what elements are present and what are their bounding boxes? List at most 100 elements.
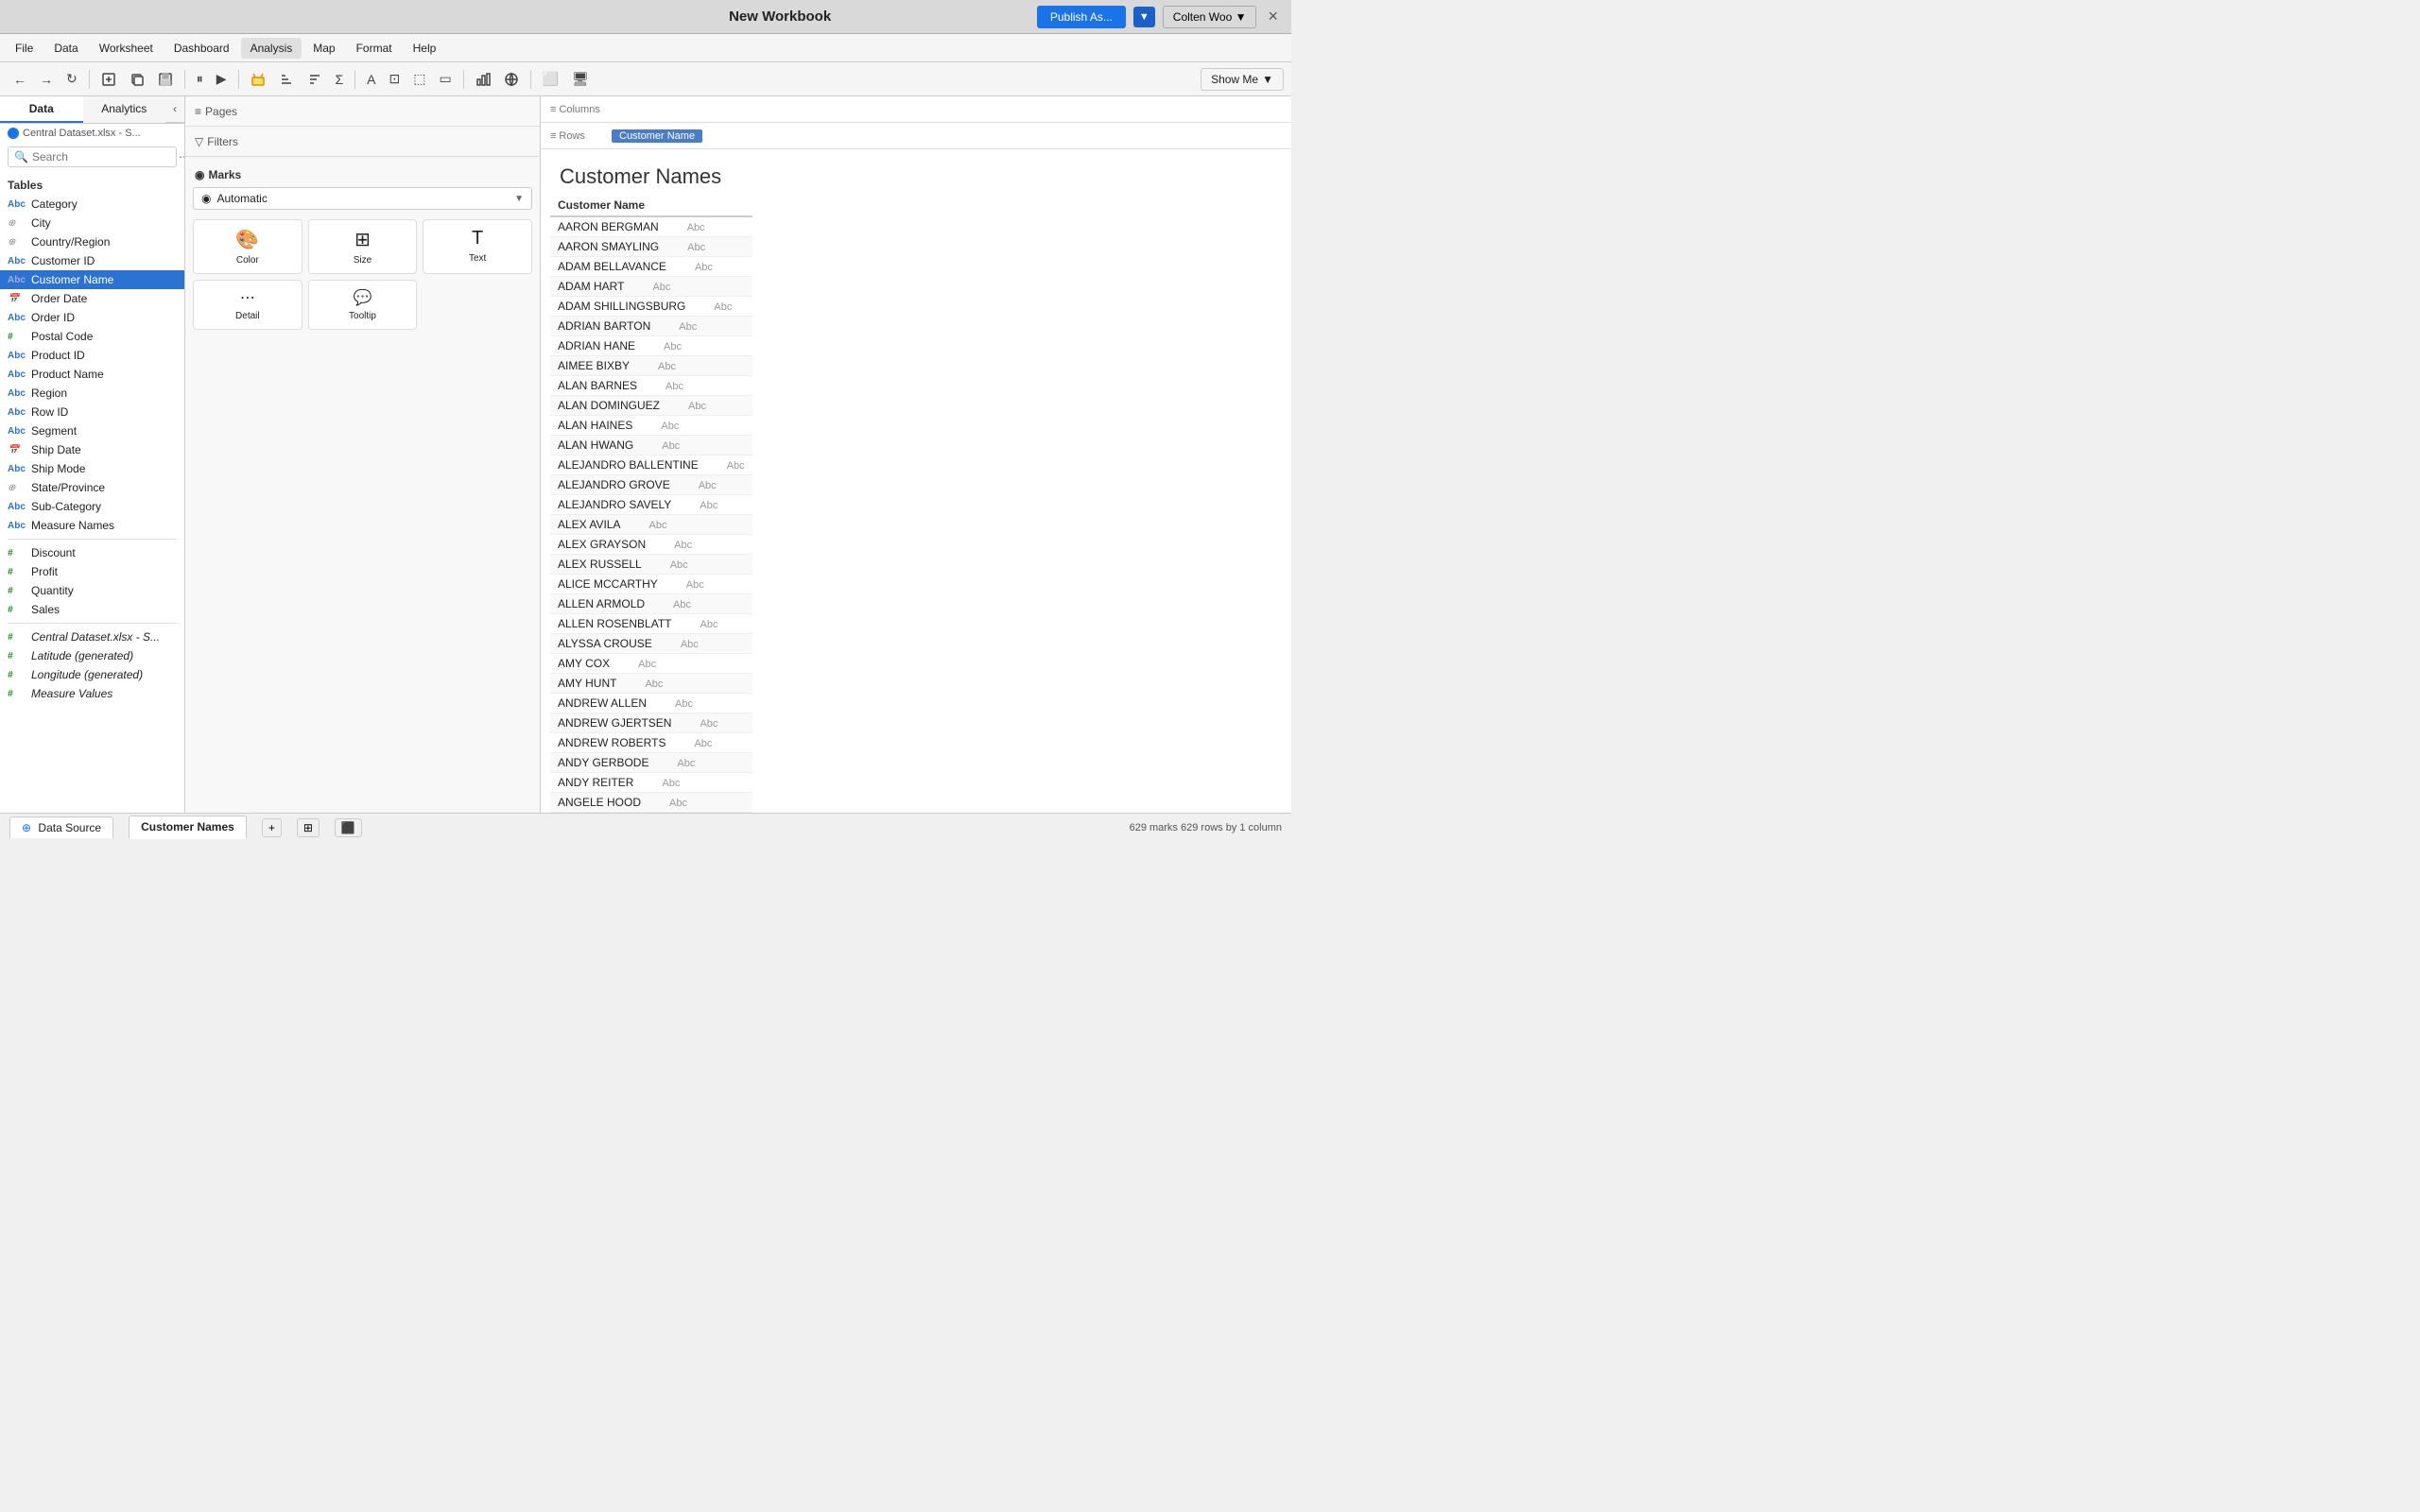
table-row: ANDREW ROBERTSAbc	[550, 733, 752, 753]
field-segment[interactable]: Abc Segment	[0, 421, 184, 440]
fit-button[interactable]: ⊡	[384, 68, 406, 90]
run-button[interactable]: ▶	[211, 68, 233, 90]
pause-button[interactable]: ⏸	[191, 68, 209, 90]
marks-detail-button[interactable]: ⋯ Detail	[193, 280, 302, 330]
table-row: ALICE MCCARTHYAbc	[550, 575, 752, 594]
field-name: Sub-Category	[31, 500, 101, 513]
duplicate-sheet-button[interactable]: ⊞	[297, 818, 320, 837]
sort-asc-button[interactable]	[273, 69, 300, 90]
save-button[interactable]	[152, 69, 179, 90]
field-product-id[interactable]: Abc Product ID	[0, 346, 184, 365]
customer-name-cell: ALEX AVILAAbc	[550, 515, 752, 535]
field-type-icon: ⊕	[8, 218, 26, 229]
present-mode-button[interactable]: ⬛	[335, 818, 362, 837]
field-ship-mode[interactable]: Abc Ship Mode	[0, 459, 184, 478]
menu-analysis[interactable]: Analysis	[241, 38, 302, 59]
table-row: ALEX GRAYSONAbc	[550, 535, 752, 555]
field-row-id[interactable]: Abc Row ID	[0, 403, 184, 421]
field-customer-id[interactable]: Abc Customer ID	[0, 251, 184, 270]
tab-analytics[interactable]: Analytics	[83, 96, 166, 123]
field-type-icon: Abc	[8, 199, 26, 210]
customer-name-cell: ADAM SHILLINGSBURGAbc	[550, 297, 752, 317]
table-row: ANDY REITERAbc	[550, 773, 752, 793]
panel-tabs: Data Analytics ‹	[0, 96, 184, 124]
menu-help[interactable]: Help	[404, 38, 446, 59]
sort-desc-button[interactable]	[302, 69, 328, 90]
chart-type-button[interactable]	[470, 69, 496, 90]
data-source-tab[interactable]: ⊕ Data Source	[9, 816, 113, 838]
publish-dropdown-button[interactable]: ▼	[1133, 7, 1155, 27]
table-row: ANDREW GJERTSENAbc	[550, 713, 752, 733]
marks-type-dropdown[interactable]: ◉ Automatic ▼	[193, 187, 532, 210]
field-order-date[interactable]: 📅 Order Date	[0, 289, 184, 308]
select-button[interactable]: ⬚	[407, 68, 431, 90]
label-button[interactable]: A	[361, 69, 381, 90]
highlight-button[interactable]	[245, 69, 271, 90]
menu-map[interactable]: Map	[303, 38, 344, 59]
rectangle-select[interactable]: ▭	[433, 68, 457, 90]
device-button[interactable]: 🖥	[566, 68, 595, 90]
marks-size-button[interactable]: ⊞ Size	[308, 219, 418, 274]
field-measure-values[interactable]: # Measure Values	[0, 684, 184, 703]
menu-data[interactable]: Data	[44, 38, 87, 59]
field-region[interactable]: Abc Region	[0, 384, 184, 403]
menu-worksheet[interactable]: Worksheet	[90, 38, 163, 59]
field-category[interactable]: Abc Category	[0, 195, 184, 214]
new-sheet-button[interactable]: +	[262, 818, 282, 837]
field-order-id[interactable]: Abc Order ID	[0, 308, 184, 327]
customer-name-cell: ALLEN ROSENBLATTAbc	[550, 614, 752, 634]
field-product-name[interactable]: Abc Product Name	[0, 365, 184, 384]
search-input[interactable]	[32, 150, 179, 163]
table-row: ADRIAN HANEAbc	[550, 336, 752, 356]
map-button[interactable]	[498, 69, 525, 90]
menu-format[interactable]: Format	[347, 38, 402, 59]
field-sales[interactable]: # Sales	[0, 600, 184, 619]
field-quantity[interactable]: # Quantity	[0, 581, 184, 600]
size-label: Size	[354, 255, 372, 266]
field-sub-category[interactable]: Abc Sub-Category	[0, 497, 184, 516]
field-longitude[interactable]: # Longitude (generated)	[0, 665, 184, 684]
publish-button[interactable]: Publish As...	[1037, 6, 1126, 28]
forward-button[interactable]: →	[34, 69, 59, 90]
field-state[interactable]: ⊕ State/Province	[0, 478, 184, 497]
sheet-tab[interactable]: Customer Names	[129, 816, 247, 839]
search-filter-button[interactable]: ⋯	[179, 150, 185, 163]
marks-tooltip-button[interactable]: 💬 Tooltip	[308, 280, 418, 330]
marks-dropdown-arrow: ▼	[514, 194, 524, 204]
aggregate-button[interactable]: Σ	[330, 69, 350, 90]
field-profit[interactable]: # Profit	[0, 562, 184, 581]
rows-pill[interactable]: Customer Name	[612, 129, 702, 143]
panel-collapse-button[interactable]: ‹	[165, 96, 184, 123]
refresh-button[interactable]: ↻	[60, 68, 83, 90]
field-type-icon: #	[8, 567, 26, 577]
table-row: ALEJANDRO SAVELYAbc	[550, 495, 752, 515]
field-city[interactable]: ⊕ City	[0, 214, 184, 232]
back-button[interactable]: ←	[8, 69, 32, 90]
marks-text-button[interactable]: T Text	[423, 219, 532, 274]
field-ship-date[interactable]: 📅 Ship Date	[0, 440, 184, 459]
present-button[interactable]: ⬜	[537, 68, 564, 90]
field-country[interactable]: ⊕ Country/Region	[0, 232, 184, 251]
duplicate-button[interactable]	[124, 69, 150, 90]
customer-name-cell: ALEX RUSSELLAbc	[550, 555, 752, 575]
close-button[interactable]: ×	[1264, 7, 1282, 26]
field-list: Abc Category ⊕ City ⊕ Country/Region Abc…	[0, 195, 184, 813]
new-worksheet-button[interactable]	[95, 69, 122, 90]
menu-file[interactable]: File	[6, 38, 43, 59]
marks-color-button[interactable]: 🎨 Color	[193, 219, 302, 274]
field-postal-code[interactable]: # Postal Code	[0, 327, 184, 346]
rows-content[interactable]: Customer Name	[612, 129, 1282, 143]
menu-dashboard[interactable]: Dashboard	[164, 38, 239, 59]
field-customer-name[interactable]: Abc Customer Name	[0, 270, 184, 289]
field-discount[interactable]: # Discount	[0, 543, 184, 562]
field-measure-names[interactable]: Abc Measure Names	[0, 516, 184, 535]
field-latitude[interactable]: # Latitude (generated)	[0, 646, 184, 665]
user-menu-button[interactable]: Colten Woo ▼	[1163, 6, 1257, 28]
field-type-icon: Abc	[8, 388, 26, 399]
table-row: ALEJANDRO GROVEAbc	[550, 475, 752, 495]
show-me-button[interactable]: Show Me ▼	[1201, 68, 1284, 91]
tab-data[interactable]: Data	[0, 96, 83, 123]
field-datasource-generated[interactable]: # Central Dataset.xlsx - S...	[0, 627, 184, 646]
field-name: Sales	[31, 603, 60, 616]
show-me-label: Show Me	[1211, 73, 1258, 86]
